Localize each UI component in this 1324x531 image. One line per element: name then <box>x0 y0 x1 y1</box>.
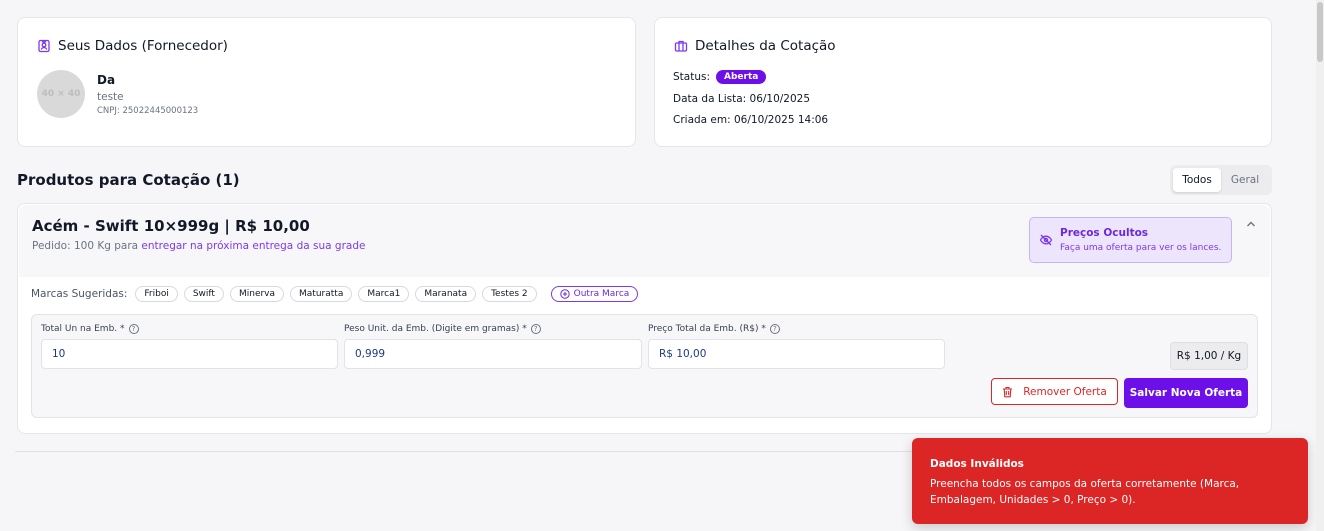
id-badge-icon <box>37 39 51 53</box>
briefcase-icon <box>674 39 688 53</box>
price-input[interactable] <box>648 339 945 369</box>
chevron-up-icon[interactable] <box>1245 215 1257 234</box>
brand-chip[interactable]: Marca1 <box>358 286 410 302</box>
weight-input[interactable] <box>344 339 642 369</box>
scrollbar[interactable] <box>1316 0 1324 531</box>
brand-chip[interactable]: Friboi <box>135 286 178 302</box>
brand-chip[interactable]: Maturatta <box>290 286 353 302</box>
product-card: Acém - Swift 10×999g | R$ 10,00 Pedido: … <box>17 203 1272 434</box>
product-title: Acém - Swift 10×999g | R$ 10,00 <box>32 217 310 235</box>
list-date: Data da Lista: 06/10/2025 <box>673 93 811 105</box>
supplier-card-title: Seus Dados (Fornecedor) <box>37 38 228 54</box>
created-date: Criada em: 06/10/2025 14:06 <box>673 114 829 126</box>
order-text: Pedido: 100 Kg para <box>32 240 142 252</box>
other-brand-button[interactable]: Outra Marca <box>550 286 639 302</box>
help-icon[interactable]: ? <box>128 324 139 334</box>
remove-offer-label: Remover Oferta <box>1023 385 1107 398</box>
help-icon[interactable]: ? <box>769 324 780 334</box>
filter-toggle: Todos Geral <box>1170 165 1272 195</box>
units-input[interactable] <box>41 339 338 369</box>
price-label: Preço Total da Emb. (R$) * ? <box>648 324 780 334</box>
status-row: Status: Aberta <box>673 70 767 84</box>
supplier-card: Seus Dados (Fornecedor) 40 × 40 Da teste… <box>17 17 636 147</box>
supplier-subtitle: teste <box>97 91 124 103</box>
brand-chip[interactable]: Testes 2 <box>482 286 537 302</box>
quote-details-card: Detalhes da Cotação Status: Aberta Data … <box>654 17 1272 147</box>
scrollbar-thumb[interactable] <box>1317 2 1323 62</box>
help-icon[interactable]: ? <box>530 324 541 334</box>
weight-label: Peso Unit. da Emb. (Digite em gramas) * … <box>344 324 541 334</box>
divider <box>15 451 1025 452</box>
products-section-title: Produtos para Cotação (1) <box>17 171 240 189</box>
product-order: Pedido: 100 Kg para entregar na próxima … <box>32 240 365 252</box>
brand-chip[interactable]: Swift <box>183 286 224 302</box>
brand-chip[interactable]: Maranata <box>415 286 477 302</box>
unit-price-display: R$ 1,00 / Kg <box>1170 342 1248 370</box>
status-badge: Aberta <box>716 70 767 84</box>
units-label: Total Un na Emb. * ? <box>41 324 139 334</box>
hidden-prices-subtitle: Faça uma oferta para ver os lances. <box>1060 243 1222 253</box>
remove-offer-button[interactable]: Remover Oferta <box>991 378 1118 405</box>
supplier-name: Da <box>97 73 116 87</box>
save-offer-button[interactable]: Salvar Nova Oferta <box>1124 378 1248 408</box>
supplier-cnpj: CNPJ: 25022445000123 <box>97 106 199 116</box>
toast-title: Dados Inválidos <box>930 458 1024 470</box>
avatar: 40 × 40 <box>37 70 85 118</box>
units-label-text: Total Un na Emb. * <box>41 324 125 334</box>
trash-icon <box>1003 386 1013 397</box>
hidden-prices-title: Preços Ocultos <box>1060 227 1149 239</box>
offer-form: Total Un na Emb. * ? Peso Unit. da Emb. … <box>31 314 1258 418</box>
hidden-prices-box: Preços Ocultos Faça uma oferta para ver … <box>1029 217 1232 263</box>
weight-label-text: Peso Unit. da Emb. (Digite em gramas) * <box>344 324 527 334</box>
other-brand-label: Outra Marca <box>573 289 630 299</box>
toast-message: Preencha todos os campos da oferta corre… <box>930 478 1240 506</box>
brands-label: Marcas Sugeridas: <box>31 288 128 300</box>
filter-general-button[interactable]: Geral <box>1221 168 1269 192</box>
delivery-link[interactable]: entregar na próxima entrega da sua grade <box>141 240 365 252</box>
filter-all-button[interactable]: Todos <box>1173 168 1221 192</box>
suggested-brands: Marcas Sugeridas: Friboi Swift Minerva M… <box>31 286 639 302</box>
quote-card-title: Detalhes da Cotação <box>674 38 836 54</box>
error-toast[interactable]: Dados Inválidos Preencha todos os campos… <box>912 438 1308 524</box>
supplier-title-text: Seus Dados (Fornecedor) <box>58 38 228 54</box>
quote-title-text: Detalhes da Cotação <box>695 38 836 54</box>
brand-chip[interactable]: Minerva <box>229 286 285 302</box>
product-header[interactable]: Acém - Swift 10×999g | R$ 10,00 Pedido: … <box>19 205 1270 277</box>
eye-off-icon <box>1039 232 1053 251</box>
price-label-text: Preço Total da Emb. (R$) * <box>648 324 766 334</box>
status-label: Status: <box>673 71 710 83</box>
plus-circle-icon <box>559 289 570 299</box>
